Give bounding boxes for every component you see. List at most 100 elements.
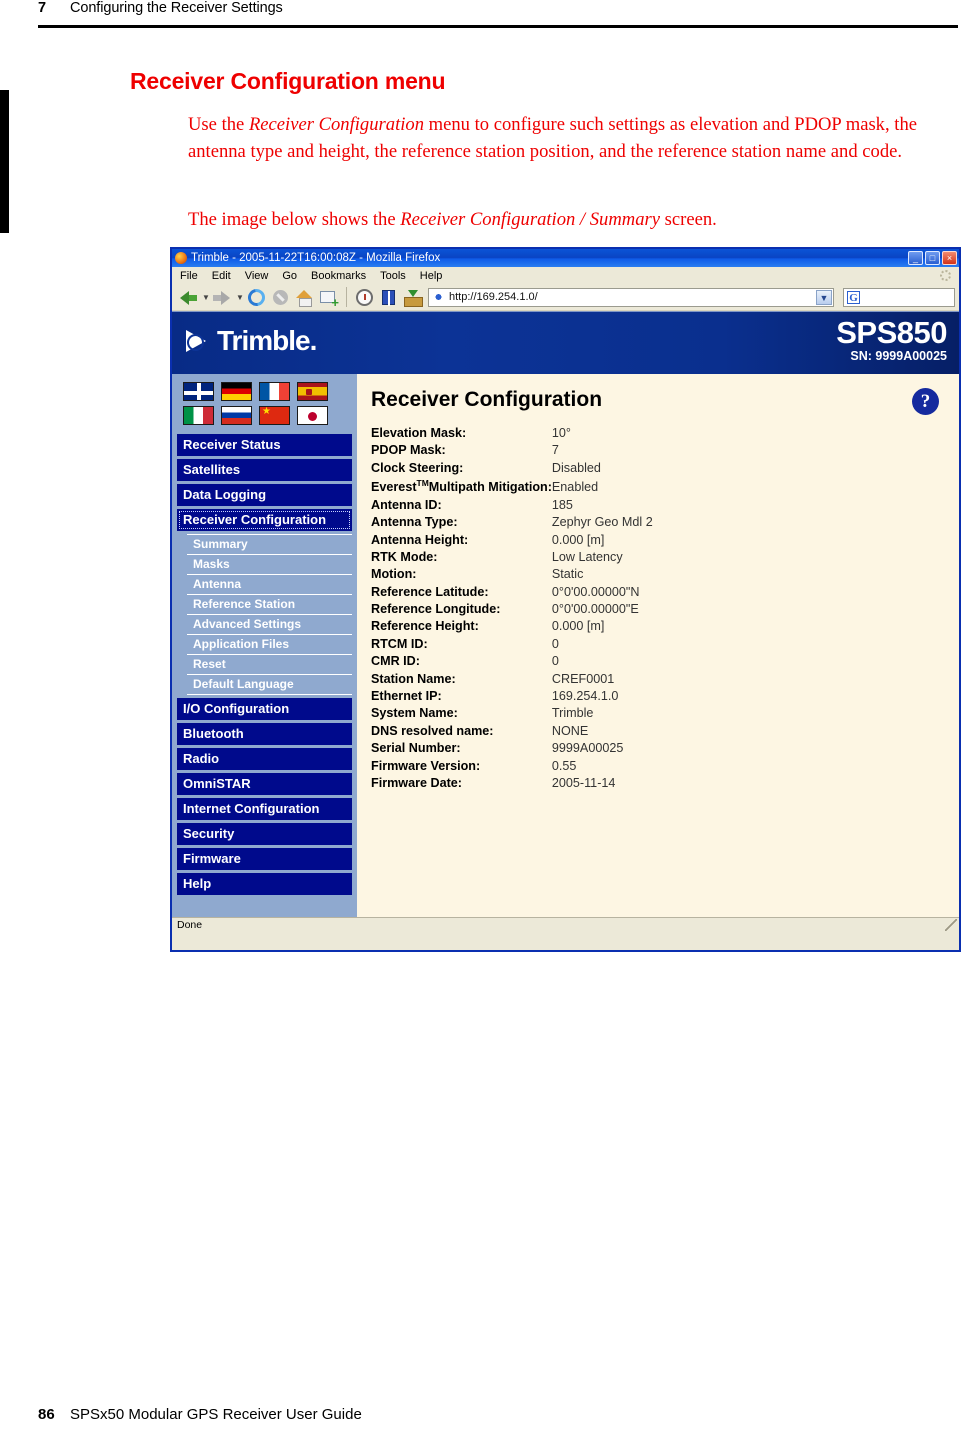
table-row: Antenna ID: 185 xyxy=(371,498,653,515)
table-row: Antenna Type: Zephyr Geo Mdl 2 xyxy=(371,515,653,532)
sidebar-item-radio[interactable]: Radio xyxy=(177,748,352,770)
back-icon[interactable] xyxy=(178,287,199,308)
row-label: Firmware Date: xyxy=(371,776,462,790)
row-label: EverestTMMultipath Mitigation: xyxy=(371,478,552,498)
resize-grip-icon[interactable] xyxy=(945,919,957,931)
sidebar-item-internet-configuration[interactable]: Internet Configuration xyxy=(177,798,352,820)
row-label: DNS resolved name: xyxy=(371,723,494,738)
footer-page-number: 86 xyxy=(38,1406,55,1423)
row-value: Trimble xyxy=(551,706,594,721)
history-icon[interactable] xyxy=(354,287,375,308)
flag-jp-icon[interactable] xyxy=(297,406,328,425)
sidebar-subitem-antenna[interactable]: Antenna xyxy=(187,575,352,595)
menu-view[interactable]: View xyxy=(245,270,269,282)
table-row: Firmware Date: 2005-11-14 xyxy=(371,776,653,793)
page-footer: 86 SPSx50 Modular GPS Receiver User Guid… xyxy=(38,1406,362,1423)
table-row: Serial Number: 9999A00025 xyxy=(371,741,653,758)
menu-help[interactable]: Help xyxy=(420,270,443,282)
row-label: Elevation Mask: xyxy=(371,426,467,440)
forward-icon[interactable] xyxy=(212,287,233,308)
menu-file[interactable]: File xyxy=(180,270,198,282)
margin-tab-marker xyxy=(0,90,9,233)
browser-titlebar: Trimble - 2005-11-22T16:00:08Z - Mozilla… xyxy=(172,249,959,267)
forward-dropdown-icon[interactable]: ▼ xyxy=(236,287,244,308)
row-label: RTCM ID: xyxy=(371,636,428,651)
sidebar-item-omnistar[interactable]: OmniSTAR xyxy=(177,773,352,795)
menu-tools[interactable]: Tools xyxy=(380,270,406,282)
language-flags xyxy=(177,380,352,434)
menu-bookmarks[interactable]: Bookmarks xyxy=(311,270,366,282)
row-label: RTK Mode: xyxy=(371,549,438,564)
flag-ru-icon[interactable] xyxy=(221,406,252,425)
row-value: 0.000 [m] xyxy=(551,532,605,547)
sidebar-item-data-logging[interactable]: Data Logging xyxy=(177,484,352,506)
downloads-icon[interactable] xyxy=(402,287,423,308)
sidebar-item-io-configuration[interactable]: I/O Configuration xyxy=(177,698,352,720)
flag-cn-icon[interactable] xyxy=(259,406,290,425)
search-input[interactable]: G xyxy=(843,287,955,307)
sidebar-subitem-masks[interactable]: Masks xyxy=(187,555,352,575)
browser-statusbar: Done xyxy=(172,917,959,932)
sidebar-subitem-reset[interactable]: Reset xyxy=(187,655,352,675)
header-rule xyxy=(38,25,958,28)
address-bar-value: http://169.254.1.0/ xyxy=(449,291,538,303)
trimble-banner: Trimble. SPS850 SN: 9999A00025 xyxy=(172,311,959,374)
help-icon[interactable]: ? xyxy=(912,388,939,415)
trimble-logo: Trimble. xyxy=(186,325,317,357)
new-tab-icon[interactable] xyxy=(318,287,339,308)
google-search-icon[interactable]: G xyxy=(847,290,860,304)
address-bar[interactable]: http://169.254.1.0/ ▼ xyxy=(428,287,834,307)
chapter-number: 7 xyxy=(38,0,47,16)
table-row: Reference Longitude: 0°0'00.00000"E xyxy=(371,602,653,619)
sidebar-subitem-default-language[interactable]: Default Language xyxy=(187,675,352,695)
row-label: Antenna Height: xyxy=(371,532,469,547)
table-row: Station Name: CREF0001 xyxy=(371,672,653,689)
maximize-icon[interactable]: □ xyxy=(925,251,940,265)
window-controls: _ □ × xyxy=(908,251,957,265)
table-row: Reference Height: 0.000 [m] xyxy=(371,619,653,636)
sidebar-item-receiver-configuration[interactable]: Receiver Configuration xyxy=(177,509,352,531)
table-row: Firmware Version: 0.55 xyxy=(371,759,653,776)
back-dropdown-icon[interactable]: ▼ xyxy=(202,287,210,308)
table-row: System Name: Trimble xyxy=(371,706,653,723)
flag-es-icon[interactable] xyxy=(297,382,328,401)
sidebar-subitem-application-files[interactable]: Application Files xyxy=(187,635,352,655)
row-label: Reference Height: xyxy=(371,619,479,634)
stop-icon[interactable] xyxy=(270,287,291,308)
chapter-title: Configuring the Receiver Settings xyxy=(70,0,283,16)
sidebar-item-help[interactable]: Help xyxy=(177,873,352,895)
row-value: 0 xyxy=(551,654,559,669)
menu-go[interactable]: Go xyxy=(282,270,297,282)
home-icon[interactable] xyxy=(294,287,315,308)
flag-it-icon[interactable] xyxy=(183,406,214,425)
web-page-body: Receiver Status Satellites Data Logging … xyxy=(172,374,959,917)
menu-edit[interactable]: Edit xyxy=(212,270,231,282)
table-row: Elevation Mask: 10° xyxy=(371,426,653,443)
sidebar-item-firmware[interactable]: Firmware xyxy=(177,848,352,870)
address-dropdown-icon[interactable]: ▼ xyxy=(816,289,832,305)
sidebar-item-receiver-status[interactable]: Receiver Status xyxy=(177,434,352,456)
sidebar-subitem-summary[interactable]: Summary xyxy=(187,534,352,555)
flag-de-icon[interactable] xyxy=(221,382,252,401)
sidebar-item-security[interactable]: Security xyxy=(177,823,352,845)
status-text: Done xyxy=(177,919,203,931)
table-row: PDOP Mask: 7 xyxy=(371,443,653,460)
row-value: 185 xyxy=(551,497,573,512)
paragraph-2-text-b: screen. xyxy=(659,209,717,230)
browser-window-screenshot: Trimble - 2005-11-22T16:00:08Z - Mozilla… xyxy=(170,247,961,952)
bookmarks-icon[interactable] xyxy=(378,287,399,308)
reload-icon[interactable] xyxy=(244,285,269,309)
minimize-icon[interactable]: _ xyxy=(908,251,923,265)
flag-fr-icon[interactable] xyxy=(259,382,290,401)
sidebar-subitem-advanced-settings[interactable]: Advanced Settings xyxy=(187,615,352,635)
close-icon[interactable]: × xyxy=(942,251,957,265)
table-row: EverestTMMultipath Mitigation: Enabled xyxy=(371,478,653,498)
sidebar-item-bluetooth[interactable]: Bluetooth xyxy=(177,723,352,745)
row-label: Station Name: xyxy=(371,671,456,686)
table-row: Antenna Height: 0.000 [m] xyxy=(371,533,653,550)
paragraph-2-text-a: The image below shows the xyxy=(188,209,401,230)
row-value: CREF0001 xyxy=(551,671,615,686)
flag-uk-icon[interactable] xyxy=(183,382,214,401)
sidebar-subitem-reference-station[interactable]: Reference Station xyxy=(187,595,352,615)
sidebar-item-satellites[interactable]: Satellites xyxy=(177,459,352,481)
